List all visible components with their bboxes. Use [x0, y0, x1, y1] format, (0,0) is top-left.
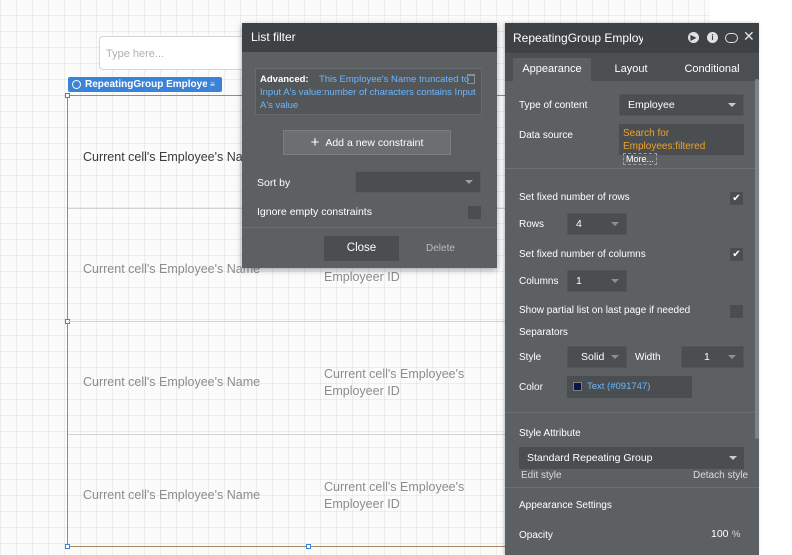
columns-dropdown[interactable]: 1: [567, 270, 627, 292]
play-icon[interactable]: ▶: [688, 32, 699, 43]
separator-style-dropdown[interactable]: Solid: [567, 346, 627, 368]
info-icon[interactable]: i: [707, 32, 718, 43]
cell-employee-id[interactable]: Current cell's Employee's Employeer ID: [324, 366, 484, 400]
detach-style-link[interactable]: Detach style: [693, 470, 748, 481]
separator-style-value: Solid: [581, 351, 605, 363]
ignore-empty-label: Ignore empty constraints: [257, 206, 372, 218]
close-icon[interactable]: ✕: [743, 28, 755, 45]
color-swatch: [573, 382, 582, 391]
database-icon[interactable]: ≡: [207, 78, 218, 91]
data-source-value: Search for Employees:filtered: [623, 128, 706, 152]
list-filter-popup: List filter Advanced: This Employee's Na…: [242, 23, 497, 268]
property-editor-header: RepeatingGroup Employ ▶ i ✕: [505, 23, 759, 53]
add-constraint-label: Add a new constraint: [325, 137, 424, 149]
delete-button[interactable]: Delete: [426, 236, 455, 261]
property-editor: RepeatingGroup Employ ▶ i ✕ Appearance L…: [505, 23, 759, 555]
repeating-group-tag-label: RepeatingGroup Employe...: [85, 79, 217, 90]
tab-layout[interactable]: Layout: [601, 58, 661, 81]
divider: [505, 487, 759, 488]
separator-color-value: Text (#091747): [587, 381, 651, 392]
list-filter-title: List filter: [242, 23, 497, 52]
ignore-empty-checkbox[interactable]: [468, 206, 481, 219]
search-input[interactable]: Type here...: [99, 36, 259, 70]
edit-style-link[interactable]: Edit style: [521, 470, 562, 481]
chevron-down-icon: [728, 103, 736, 107]
trash-icon[interactable]: [467, 74, 475, 84]
cell-separator: [68, 321, 506, 322]
separators-label: Separators: [519, 327, 568, 338]
fixed-columns-label: Set fixed number of columns: [519, 249, 646, 260]
cell-employee-id[interactable]: Employeer ID: [324, 269, 484, 286]
partial-list-checkbox[interactable]: [730, 305, 743, 318]
data-source-expression[interactable]: Search for Employees:filtered More...: [619, 124, 744, 165]
chevron-down-icon: [729, 456, 737, 460]
opacity-input[interactable]: 100: [711, 528, 729, 540]
chevron-down-icon: [611, 279, 619, 283]
chevron-down-icon: [728, 355, 736, 359]
fixed-columns-checkbox[interactable]: ✔: [730, 248, 743, 261]
type-of-content-value: Employee: [628, 99, 675, 111]
style-attribute-label: Style Attribute: [519, 428, 581, 439]
resize-handle-bottom[interactable]: [306, 544, 311, 549]
resize-handle-top-left[interactable]: [65, 93, 70, 98]
columns-label: Columns: [519, 276, 559, 287]
sort-by-dropdown[interactable]: [355, 171, 481, 193]
checkmark-icon: ✔: [732, 249, 741, 260]
cell-employee-name[interactable]: Current cell's Employee's Name: [83, 150, 260, 164]
columns-value: 1: [576, 275, 582, 287]
property-editor-scrollbar[interactable]: [755, 79, 759, 439]
separator-color-picker[interactable]: Text (#091747): [567, 376, 692, 398]
property-tabs: Appearance Layout Conditional: [505, 53, 759, 81]
more-button[interactable]: More...: [623, 153, 658, 165]
rows-dropdown[interactable]: 4: [567, 213, 627, 235]
style-attribute-dropdown[interactable]: Standard Repeating Group: [519, 447, 744, 469]
close-button[interactable]: Close: [324, 236, 399, 261]
tab-appearance[interactable]: Appearance: [513, 58, 591, 81]
type-of-content-dropdown[interactable]: Employee: [619, 94, 744, 116]
cell-employee-name[interactable]: Current cell's Employee's Name: [83, 488, 260, 502]
cell-separator: [68, 434, 506, 435]
tab-conditional[interactable]: Conditional: [671, 58, 753, 81]
element-type-icon: [72, 80, 81, 89]
comment-icon[interactable]: [725, 33, 738, 43]
chevron-down-icon: [611, 222, 619, 226]
cell-employee-name[interactable]: Current cell's Employee's Name: [83, 375, 260, 389]
checkmark-icon: ✔: [732, 193, 741, 204]
chevron-down-icon: [611, 355, 619, 359]
divider: [242, 227, 497, 228]
repeating-group-tag[interactable]: RepeatingGroup Employe...: [68, 77, 223, 92]
separator-color-label: Color: [519, 382, 543, 393]
plus-icon: +: [310, 134, 320, 151]
appearance-settings-label: Appearance Settings: [519, 500, 612, 511]
separator-width-dropdown[interactable]: 1: [681, 346, 744, 368]
advanced-label: Advanced:: [260, 74, 309, 85]
separator-width-value: 1: [704, 351, 710, 363]
chevron-down-icon: [465, 180, 473, 184]
style-attribute-value: Standard Repeating Group: [527, 452, 653, 464]
type-of-content-label: Type of content: [519, 100, 588, 111]
separator-width-label: Width: [635, 352, 661, 363]
opacity-unit: %: [732, 529, 741, 540]
separator-style-label: Style: [519, 352, 542, 363]
partial-list-label: Show partial list on last page if needed: [519, 305, 691, 316]
property-editor-title[interactable]: RepeatingGroup Employ: [513, 23, 643, 53]
add-constraint-button[interactable]: + Add a new constraint: [283, 130, 451, 155]
rows-label: Rows: [519, 219, 545, 230]
sort-by-label: Sort by: [257, 177, 291, 189]
data-source-label: Data source: [519, 130, 573, 141]
selection-border-bottom: [68, 546, 506, 547]
fixed-rows-checkbox[interactable]: ✔: [730, 192, 743, 205]
opacity-label: Opacity: [519, 530, 553, 541]
resize-handle-bottom-left[interactable]: [65, 544, 70, 549]
divider: [505, 168, 759, 169]
cell-employee-id[interactable]: Current cell's Employee's Employeer ID: [324, 479, 484, 513]
advanced-constraint[interactable]: Advanced: This Employee's Name truncated…: [255, 68, 482, 115]
cell-employee-name[interactable]: Current cell's Employee's Name: [83, 262, 260, 276]
rows-value: 4: [576, 218, 582, 230]
divider: [505, 412, 759, 413]
fixed-rows-label: Set fixed number of rows: [519, 192, 630, 203]
